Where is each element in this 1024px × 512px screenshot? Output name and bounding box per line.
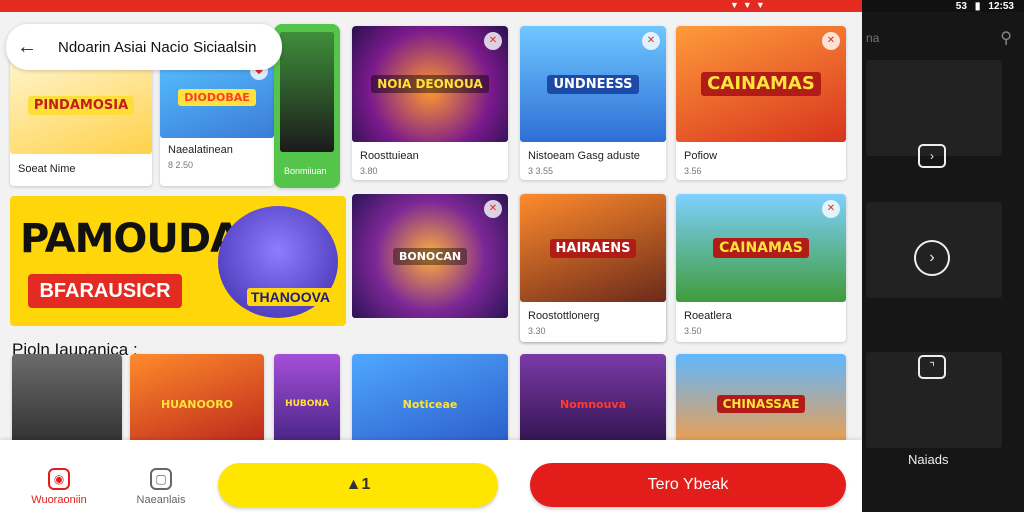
nav-chat-label: Naeanlais — [136, 494, 186, 506]
app-title: Roosttuiean — [360, 150, 419, 162]
game-logo: BONOCAN — [392, 247, 468, 265]
app-thumbnail: HUBONA — [274, 354, 340, 454]
promo-banner[interactable]: PAMOUDAY BFARAUSICR THANOOVA — [10, 196, 346, 326]
bottom-action-bar: ◉ Wuoraoniin ▢ Naeanlais ▲1 Tero Ybeak — [0, 440, 862, 512]
app-card[interactable]: HAIRAENS Roostottlonerg 3.30 — [520, 194, 666, 342]
app-thumbnail: PINDAMOSIA — [10, 56, 152, 154]
app-card[interactable]: HUANOORO — [130, 354, 264, 454]
search-bar[interactable]: ← Ndoarin Asiai Nacio Siciaalsin — [6, 24, 282, 70]
side-tile — [866, 60, 1002, 156]
app-thumbnail: BONOCAN ✕ — [352, 194, 508, 318]
app-card[interactable]: CAINAMAS ✕ Pofiow 3.56 — [676, 26, 846, 180]
side-overlay-panel: na ⚲ › › ⌝ Naiads — [862, 12, 1024, 512]
app-thumbnail: CHINASSAE — [676, 354, 846, 454]
game-logo: CAINAMAS — [713, 238, 809, 258]
search-icon[interactable]: ⚲ — [1000, 28, 1012, 48]
chat-icon: ▢ — [150, 468, 172, 490]
badge-icon: ✕ — [822, 200, 840, 218]
game-logo: UNDNEESS — [547, 74, 639, 94]
nav-home-label: Wuoraoniin — [31, 494, 87, 506]
app-thumbnail: NOIA DEONOUA ✕ — [352, 26, 508, 142]
game-logo: HUANOORO — [160, 397, 234, 411]
app-thumbnail: CAINAMAS ✕ — [676, 194, 846, 302]
badge-icon: ✕ — [484, 32, 502, 50]
promo-hero-tag: THANOOVA — [246, 288, 334, 306]
search-query[interactable]: Ndoarin Asiai Nacio Siciaalsin — [58, 39, 256, 56]
app-rating: 3.50 — [684, 326, 702, 336]
app-card-featured[interactable]: Bonmiiuan — [274, 24, 340, 188]
side-chevron-icon[interactable]: › — [918, 144, 946, 168]
app-title: Naealatinean — [168, 144, 233, 156]
app-card[interactable]: CAINAMAS ✕ Roeatlera 3.50 — [676, 194, 846, 342]
app-title: Roeatlera — [684, 310, 732, 322]
side-panel-label: Naiads — [908, 452, 949, 467]
app-card[interactable]: PINDAMOSIA Soeat Nime — [10, 56, 152, 186]
app-thumbnail: HUANOORO — [130, 354, 264, 454]
store-main: ← Ndoarin Asiai Nacio Siciaalsin PINDAMO… — [0, 12, 862, 512]
game-logo: Nomnouva — [559, 397, 627, 411]
app-thumbnail: HAIRAENS — [520, 194, 666, 302]
signal-icon: 53 — [955, 0, 967, 12]
app-title: Soeat Nime — [18, 163, 76, 175]
app-title: Roostottlonerg — [528, 310, 600, 322]
app-thumbnail — [280, 32, 334, 152]
game-logo: CAINAMAS — [701, 72, 821, 96]
app-card[interactable]: UNDNEESS ✕ Nistoeam Gasg aduste 3 3.55 — [520, 26, 666, 180]
nav-home[interactable]: ◉ Wuoraoniin — [24, 468, 94, 506]
status-carets: ▼▼▼ — [730, 0, 769, 10]
home-icon: ◉ — [48, 468, 70, 490]
promo-subtitle: BFARAUSICR — [28, 274, 182, 308]
app-card[interactable]: Noticeae — [352, 354, 508, 454]
badge-icon: ✕ — [822, 32, 840, 50]
back-arrow-icon[interactable]: ← — [16, 36, 38, 58]
badge-icon: ✕ — [642, 32, 660, 50]
app-title: Pofiow — [684, 150, 718, 162]
app-thumbnail: CAINAMAS ✕ — [676, 26, 846, 142]
app-card[interactable]: CHINASSAE — [676, 354, 846, 454]
clock-text: 12:53 — [988, 0, 1014, 12]
status-icons: 53 ▮ 12:53 — [956, 1, 1014, 12]
app-thumbnail: Nomnouva — [520, 354, 666, 454]
app-card[interactable]: Nomnouva — [520, 354, 666, 454]
app-card[interactable]: DIODOBAE ◆ Naealatinean 8 2.50 — [160, 56, 274, 186]
game-logo: NOIA DEONOUA — [371, 75, 489, 93]
game-logo: HUBONA — [285, 398, 329, 409]
app-rating: 3.80 — [360, 166, 378, 176]
game-logo: DIODOBAE — [178, 88, 256, 106]
app-rating: 3.30 — [528, 326, 546, 336]
app-rating: 3.56 — [684, 166, 702, 176]
yellow-action-button[interactable]: ▲1 — [218, 463, 498, 507]
app-title: Bonmiiuan — [284, 166, 327, 176]
game-logo: PINDAMOSIA — [27, 95, 135, 115]
red-action-button[interactable]: Tero Ybeak — [530, 463, 846, 507]
wifi-icon: ▮ — [974, 0, 981, 12]
app-thumbnail: Noticeae — [352, 354, 508, 454]
side-next-icon[interactable]: › — [914, 240, 950, 276]
game-logo: Noticeae — [402, 397, 458, 411]
badge-icon: ✕ — [484, 200, 502, 218]
app-card[interactable]: BONOCAN ✕ — [352, 194, 508, 320]
app-screen: ▼▼▼ 53 ▮ 12:53 ← Ndoarin Asiai Nacio Sic… — [0, 0, 1024, 512]
app-rating: 8 2.50 — [168, 160, 194, 170]
app-card[interactable] — [12, 354, 122, 454]
app-thumbnail: UNDNEESS ✕ — [520, 26, 666, 142]
game-logo: CHINASSAE — [716, 395, 806, 413]
app-card[interactable]: HUBONA — [274, 354, 340, 454]
game-logo: HAIRAENS — [549, 238, 637, 258]
app-card[interactable]: NOIA DEONOUA ✕ Roosttuiean 3.80 — [352, 26, 508, 180]
nav-chat[interactable]: ▢ Naeanlais — [126, 468, 196, 506]
side-chevron-icon[interactable]: ⌝ — [918, 355, 946, 379]
app-title: Nistoeam Gasg aduste — [528, 150, 640, 162]
app-rating: 3 3.55 — [528, 166, 554, 176]
app-thumbnail — [12, 354, 122, 454]
status-bar: ▼▼▼ 53 ▮ 12:53 — [0, 0, 1024, 12]
side-panel-top-label: na — [866, 31, 880, 45]
